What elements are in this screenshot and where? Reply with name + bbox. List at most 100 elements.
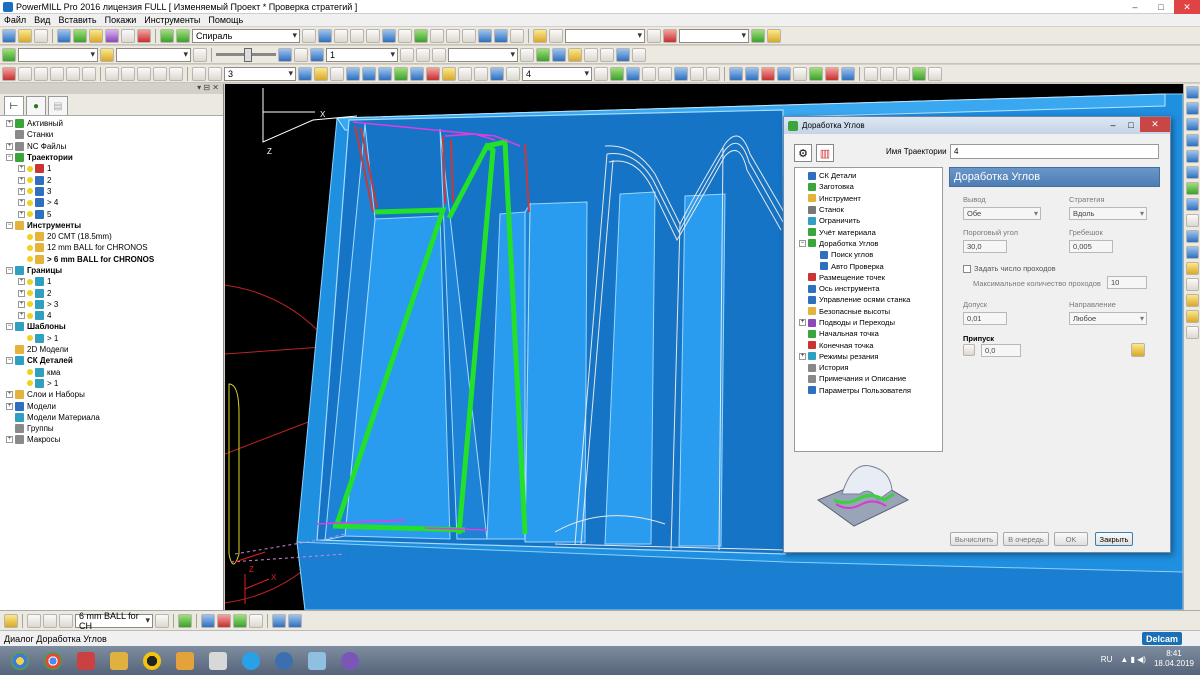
tab-globe[interactable]: ● — [26, 96, 46, 115]
pattern-icon[interactable] — [398, 28, 412, 43]
explorer-item[interactable]: − Границы — [0, 265, 223, 276]
expand-toggle-icon[interactable]: − — [6, 323, 13, 331]
toolpath-icon[interactable] — [176, 28, 190, 43]
set-passes-checkbox[interactable] — [963, 265, 971, 273]
model-icon[interactable] — [912, 66, 926, 81]
allowance-icon[interactable] — [963, 344, 975, 356]
axis-icon[interactable] — [378, 66, 392, 81]
strategy-tree-item[interactable]: Параметры Пользователя — [795, 385, 942, 396]
expand-toggle-icon[interactable]: + — [18, 187, 25, 195]
zoom-icon[interactable] — [647, 28, 661, 43]
chrome-icon[interactable] — [40, 649, 66, 673]
frame-icon[interactable] — [192, 66, 206, 81]
explorer-item[interactable]: +1 — [0, 276, 223, 287]
status-bulb-icon[interactable] — [27, 188, 33, 195]
status-bulb-icon[interactable] — [27, 335, 33, 342]
status-bulb-icon[interactable] — [27, 312, 33, 319]
explorer-item[interactable]: − Траектории — [0, 152, 223, 163]
expand-toggle-icon[interactable]: − — [799, 239, 806, 247]
shade-icon[interactable] — [533, 28, 547, 43]
stop-icon[interactable] — [663, 28, 677, 43]
surface-icon[interactable] — [729, 66, 743, 81]
view-shade-icon[interactable] — [1185, 214, 1199, 227]
expand-toggle-icon[interactable]: − — [6, 221, 13, 229]
view-iso3-icon[interactable] — [1185, 166, 1199, 179]
view-iso4-icon[interactable] — [1185, 182, 1199, 195]
feed-icon[interactable] — [100, 47, 114, 62]
arc-icon[interactable] — [520, 47, 534, 62]
plane-icon[interactable] — [864, 66, 878, 81]
fillet-icon[interactable] — [626, 66, 640, 81]
paint-icon[interactable] — [205, 649, 231, 673]
combo-four[interactable]: 4 — [522, 66, 592, 81]
flat-icon[interactable] — [841, 66, 855, 81]
explorer-item[interactable]: + Модели — [0, 400, 223, 411]
explorer-item[interactable]: − Инструменты — [0, 220, 223, 231]
combo-one[interactable]: 1 — [326, 47, 398, 62]
edit-icon[interactable] — [568, 47, 582, 62]
explorer-item[interactable]: Модели Материала — [0, 412, 223, 423]
status-bulb-icon[interactable] — [27, 233, 33, 240]
strategy-tree-item[interactable]: − Доработка Углов — [795, 238, 942, 249]
explorer-item[interactable]: + Макросы — [0, 434, 223, 445]
status-bulb-icon[interactable] — [27, 301, 33, 308]
inventor-icon[interactable] — [172, 649, 198, 673]
archicad-icon[interactable] — [139, 649, 165, 673]
table2-icon[interactable] — [658, 66, 672, 81]
strategy-tree-item[interactable]: Начальная точка — [795, 328, 942, 339]
close-button[interactable]: Закрыть — [1095, 532, 1133, 546]
toolpath-name-input[interactable]: 4 — [950, 144, 1159, 159]
queue-button[interactable]: В очередь — [1003, 532, 1049, 546]
strategy-tree-item[interactable]: Безопасные высоты — [795, 306, 942, 317]
menu-tools[interactable]: Инструменты — [144, 15, 200, 25]
tool-combo-b[interactable] — [116, 47, 191, 62]
viber-icon[interactable] — [337, 649, 363, 673]
curve3-icon[interactable] — [793, 66, 807, 81]
merge-icon[interactable] — [394, 66, 408, 81]
workplane-select-icon[interactable]: ⚙ — [794, 144, 812, 162]
ok-button[interactable]: OK — [1054, 532, 1088, 546]
menu-help[interactable]: Помощь — [208, 15, 243, 25]
explorer-item[interactable]: +3 — [0, 186, 223, 197]
explorer-item[interactable]: + > 4 — [0, 197, 223, 208]
measure-icon[interactable] — [506, 66, 520, 81]
align-icon[interactable] — [121, 66, 135, 81]
axis2-icon[interactable] — [880, 66, 894, 81]
select-icon[interactable] — [34, 66, 48, 81]
delete-icon[interactable] — [632, 47, 646, 62]
tool-select-icon[interactable] — [2, 47, 16, 62]
scissors2-icon[interactable] — [458, 66, 472, 81]
expand-toggle-icon[interactable]: − — [6, 357, 13, 365]
view-tool-icon[interactable] — [1185, 294, 1199, 307]
solid-icon[interactable] — [928, 66, 942, 81]
maximize-icon[interactable]: □ — [1148, 0, 1174, 14]
shaded-icon[interactable] — [432, 47, 446, 62]
view-settings-icon[interactable] — [1185, 278, 1199, 291]
view-measure-icon[interactable] — [1185, 310, 1199, 323]
explorer-item[interactable]: − СК Деталей — [0, 355, 223, 366]
tool-icon[interactable] — [89, 28, 103, 43]
block-icon[interactable] — [73, 28, 87, 43]
view-material-icon[interactable] — [1185, 262, 1199, 275]
leadin-icon[interactable] — [105, 28, 119, 43]
strategy-select[interactable]: Вдоль — [1069, 207, 1147, 220]
zoom-fit-icon[interactable] — [278, 47, 292, 62]
curve-icon[interactable] — [536, 47, 550, 62]
zoom-box-icon[interactable] — [294, 47, 308, 62]
status-bulb-icon[interactable] — [27, 380, 33, 387]
tolerance-input[interactable]: 0,01 — [963, 312, 1007, 325]
workplane-icon[interactable] — [57, 28, 71, 43]
xmark-icon[interactable] — [362, 66, 376, 81]
app-blue-icon[interactable] — [271, 649, 297, 673]
explorer-item[interactable]: Группы — [0, 423, 223, 434]
app-file-icon[interactable] — [304, 649, 330, 673]
output-select[interactable]: Обе — [963, 207, 1041, 220]
expand-toggle-icon[interactable]: + — [18, 300, 25, 308]
strategy-icon[interactable] — [160, 28, 174, 43]
extend-icon[interactable] — [490, 66, 504, 81]
explorer-item[interactable]: кма — [0, 367, 223, 378]
strategy-tree-item[interactable]: + Подводы и Переходы — [795, 317, 942, 328]
strategy-tree-item[interactable]: Ограничить — [795, 215, 942, 226]
filter-icon[interactable] — [478, 28, 492, 43]
menu-show[interactable]: Покажи — [105, 15, 137, 25]
